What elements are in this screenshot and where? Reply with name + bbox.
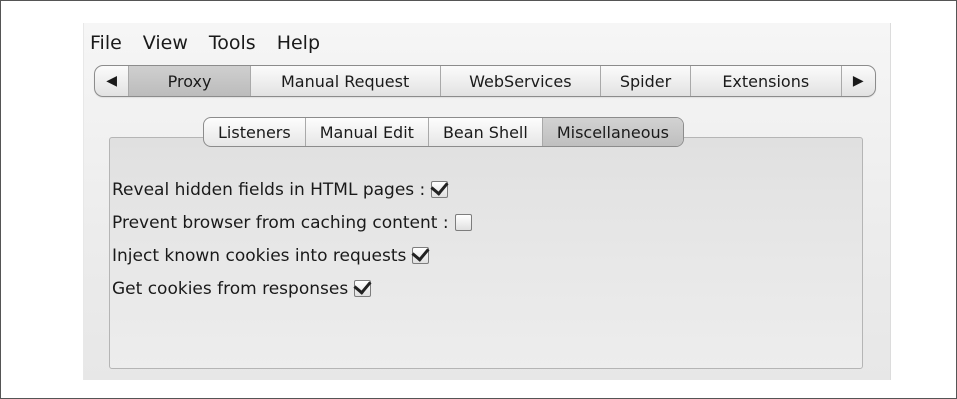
option-reveal-hidden-fields: Reveal hidden fields in HTML pages :	[112, 173, 472, 206]
subtab-miscellaneous[interactable]: Miscellaneous	[542, 118, 683, 146]
menu-view[interactable]: View	[133, 31, 199, 57]
menu-file[interactable]: File	[84, 31, 133, 57]
options-list: Reveal hidden fields in HTML pages : Pre…	[112, 173, 472, 305]
subtab-bean-shell[interactable]: Bean Shell	[429, 118, 543, 146]
tab-spider[interactable]: Spider	[601, 66, 691, 96]
option-get-cookies: Get cookies from responses	[112, 272, 472, 305]
tab-webservices[interactable]: WebServices	[441, 66, 602, 96]
tab-proxy[interactable]: Proxy	[129, 66, 251, 96]
option-label: Reveal hidden fields in HTML pages :	[112, 179, 426, 200]
reveal-hidden-fields-checkbox[interactable]	[431, 181, 449, 198]
option-label: Get cookies from responses	[112, 278, 349, 299]
menu-tools[interactable]: Tools	[199, 31, 267, 57]
menu-help[interactable]: Help	[267, 31, 331, 57]
prevent-caching-checkbox[interactable]	[454, 214, 472, 231]
option-label: Inject known cookies into requests	[112, 245, 407, 266]
tab-extensions[interactable]: Extensions	[691, 66, 841, 96]
option-prevent-caching: Prevent browser from caching content :	[112, 206, 472, 239]
subtab-manual-edit[interactable]: Manual Edit	[306, 118, 429, 146]
triangle-left-icon: ◀	[106, 73, 118, 89]
proxy-subtab-strip: Listeners Manual Edit Bean Shell Miscell…	[203, 117, 684, 147]
scroll-tabs-right-button[interactable]: ▶	[840, 66, 875, 96]
option-label: Prevent browser from caching content :	[112, 212, 449, 233]
scroll-tabs-left-button[interactable]: ◀	[95, 66, 130, 96]
screenshot-frame: File View Tools Help ◀ Proxy Manual Requ…	[0, 0, 957, 399]
tab-manual-request[interactable]: Manual Request	[251, 66, 441, 96]
get-cookies-checkbox[interactable]	[354, 280, 372, 297]
option-inject-cookies: Inject known cookies into requests	[112, 239, 472, 272]
main-tab-strip: ◀ Proxy Manual Request WebServices Spide…	[94, 65, 876, 97]
triangle-right-icon: ▶	[852, 73, 864, 89]
menu-bar: File View Tools Help	[84, 23, 890, 57]
app-window: File View Tools Help ◀ Proxy Manual Requ…	[83, 23, 891, 380]
inject-cookies-checkbox[interactable]	[412, 247, 430, 264]
subtab-listeners[interactable]: Listeners	[204, 118, 306, 146]
